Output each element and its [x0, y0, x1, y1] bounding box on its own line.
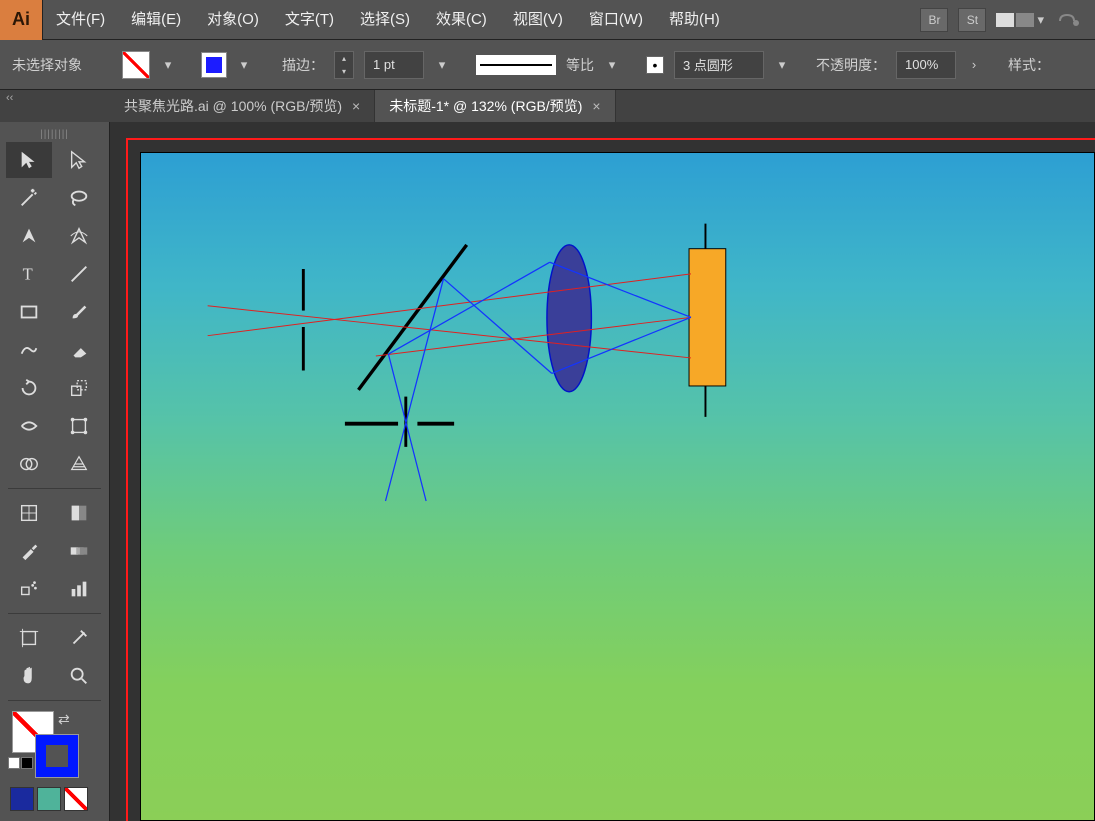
brush-input[interactable]: 3 点圆形	[674, 51, 764, 79]
app-logo: Ai	[0, 0, 43, 40]
menu-view[interactable]: 视图(V)	[500, 0, 576, 40]
menu-right: Br St ▾	[920, 7, 1095, 32]
slice-tool[interactable]	[56, 620, 102, 656]
zoom-tool[interactable]	[56, 658, 102, 694]
rectangle-tool[interactable]	[6, 294, 52, 330]
menu-file[interactable]: 文件(F)	[43, 0, 118, 40]
lasso-tool[interactable]	[56, 180, 102, 216]
panel-collapse[interactable]: ‹‹	[0, 90, 110, 106]
perspective-tool[interactable]	[56, 446, 102, 482]
scale-tool[interactable]	[56, 370, 102, 406]
column-graph-tool[interactable]	[56, 571, 102, 607]
toolbox-grip[interactable]: ||||||||	[0, 128, 109, 140]
free-transform-tool[interactable]	[56, 408, 102, 444]
line-tool[interactable]	[56, 256, 102, 292]
artboard[interactable]	[140, 152, 1095, 821]
stroke-dropdown[interactable]: ▾	[236, 51, 252, 79]
selection-tool[interactable]	[6, 142, 52, 178]
profile-preview[interactable]	[476, 55, 556, 75]
artboard-tool[interactable]	[6, 620, 52, 656]
profile-label: 等比	[566, 55, 594, 75]
eraser-tool[interactable]	[56, 332, 102, 368]
menu-type[interactable]: 文字(T)	[272, 0, 347, 40]
menu-window[interactable]: 窗口(W)	[576, 0, 656, 40]
cp-stroke-swatch[interactable]	[36, 735, 78, 777]
document-tabs: 共聚焦光路.ai @ 100% (RGB/预览) × 未标题-1* @ 132%…	[0, 90, 1095, 122]
stroke-swatch[interactable]	[202, 53, 226, 77]
swatch-2[interactable]	[37, 787, 61, 811]
direct-selection-tool[interactable]	[56, 142, 102, 178]
shape-builder-tool[interactable]	[6, 446, 52, 482]
canvas-area[interactable]	[110, 122, 1095, 821]
sync-icon[interactable]	[1054, 7, 1080, 32]
tab-label: 共聚焦光路.ai @ 100% (RGB/预览)	[124, 96, 342, 116]
bridge-icon[interactable]: Br	[920, 8, 948, 32]
menu-bar: Ai 文件(F) 编辑(E) 对象(O) 文字(T) 选择(S) 效果(C) 视…	[0, 0, 1095, 40]
opacity-more[interactable]: ›	[966, 51, 982, 79]
swatch-3-none[interactable]	[64, 787, 88, 811]
magic-wand-tool[interactable]	[6, 180, 52, 216]
stroke-stepper[interactable]: ▴▾	[334, 51, 354, 79]
eyedropper-tool[interactable]	[6, 533, 52, 569]
shaper-tool[interactable]	[6, 332, 52, 368]
stroke-weight-input[interactable]: 1 pt	[364, 51, 424, 79]
fill-stroke-picker[interactable]: ⇄	[0, 705, 109, 783]
artboard-bounds	[126, 138, 1095, 821]
menu-items: 文件(F) 编辑(E) 对象(O) 文字(T) 选择(S) 效果(C) 视图(V…	[43, 0, 920, 40]
brush-preview[interactable]	[646, 56, 664, 74]
tab-label: 未标题-1* @ 132% (RGB/预览)	[389, 96, 582, 116]
tab-doc-1[interactable]: 共聚焦光路.ai @ 100% (RGB/预览) ×	[110, 90, 375, 122]
menu-help[interactable]: 帮助(H)	[656, 0, 733, 40]
tab-close-2[interactable]: ×	[592, 98, 600, 114]
curvature-tool[interactable]	[56, 218, 102, 254]
menu-effect[interactable]: 效果(C)	[423, 0, 500, 40]
stroke-weight-dropdown[interactable]: ▾	[434, 51, 450, 79]
cp-swap-icon[interactable]: ⇄	[58, 711, 70, 728]
stock-icon[interactable]: St	[958, 8, 986, 32]
style-label[interactable]: 样式：	[1008, 55, 1050, 75]
rotate-tool[interactable]	[6, 370, 52, 406]
swatch-row	[0, 783, 109, 815]
control-bar: 未选择对象 ▾ ▾ 描边： ▴▾ 1 pt ▾ 等比 ▾ 3 点圆形 ▾ 不透明…	[0, 40, 1095, 90]
profile-dropdown[interactable]: ▾	[604, 51, 620, 79]
fill-dropdown[interactable]: ▾	[160, 51, 176, 79]
mesh-tool[interactable]	[6, 495, 52, 531]
artwork	[141, 153, 1094, 820]
gradient-tool[interactable]	[56, 495, 102, 531]
svg-text:T: T	[23, 265, 33, 284]
brush-dropdown[interactable]: ▾	[774, 51, 790, 79]
main-area: |||||||| T	[0, 122, 1095, 821]
width-tool[interactable]	[6, 408, 52, 444]
hand-tool[interactable]	[6, 658, 52, 694]
menu-edit[interactable]: 编辑(E)	[118, 0, 194, 40]
menu-select[interactable]: 选择(S)	[347, 0, 423, 40]
cp-default-icon[interactable]	[8, 757, 33, 769]
blend-tool[interactable]	[56, 533, 102, 569]
toolbox: |||||||| T	[0, 122, 110, 821]
menu-object[interactable]: 对象(O)	[194, 0, 272, 40]
opacity-input[interactable]: 100%	[896, 51, 956, 79]
pen-tool[interactable]	[6, 218, 52, 254]
selection-status: 未选择对象	[12, 55, 82, 75]
tab-doc-2[interactable]: 未标题-1* @ 132% (RGB/预览) ×	[375, 90, 615, 122]
tab-close-1[interactable]: ×	[352, 98, 360, 114]
workspace-switcher[interactable]: ▾	[996, 12, 1044, 28]
type-tool[interactable]: T	[6, 256, 52, 292]
swatch-1[interactable]	[10, 787, 34, 811]
fill-swatch[interactable]	[122, 51, 150, 79]
paintbrush-tool[interactable]	[56, 294, 102, 330]
symbol-sprayer-tool[interactable]	[6, 571, 52, 607]
stroke-label[interactable]: 描边：	[282, 55, 324, 75]
opacity-label[interactable]: 不透明度：	[816, 55, 886, 75]
